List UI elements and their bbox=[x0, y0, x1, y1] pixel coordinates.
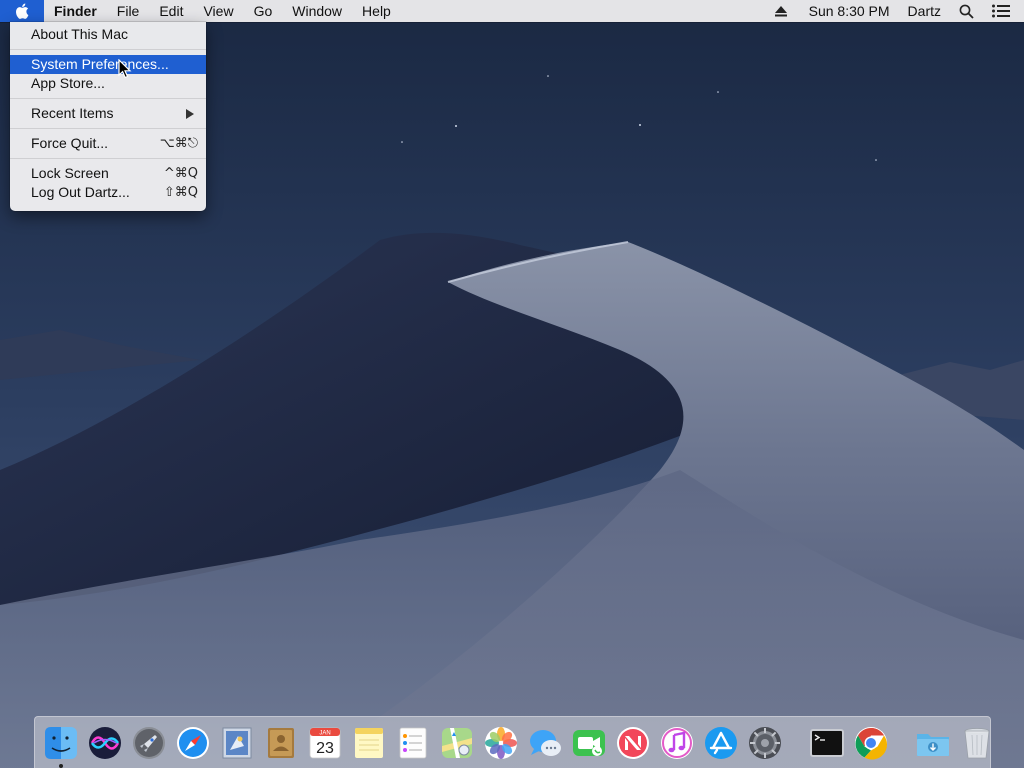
dock-calendar[interactable]: JAN 23 bbox=[306, 724, 344, 762]
calendar-month: JAN bbox=[319, 730, 330, 736]
menu-user[interactable]: Dartz bbox=[898, 0, 951, 22]
submenu-arrow-icon bbox=[186, 108, 194, 119]
system-preferences-gear-icon bbox=[749, 726, 781, 759]
menu-item-log-out[interactable]: Log Out Dartz... ⇧⌘Q bbox=[10, 183, 206, 202]
finder-icon bbox=[45, 726, 77, 759]
menu-item-label: Recent Items bbox=[31, 105, 114, 121]
calendar-day: 23 bbox=[316, 740, 334, 757]
menu-item-force-quit[interactable]: Force Quit... ⌥⌘⎋ bbox=[10, 134, 206, 153]
itunes-music-note-icon bbox=[661, 726, 693, 759]
menu-separator bbox=[10, 128, 206, 129]
dock-mail[interactable] bbox=[218, 724, 256, 762]
terminal-icon bbox=[810, 728, 844, 757]
dock-contacts[interactable] bbox=[262, 724, 300, 762]
spotlight-search-icon bbox=[959, 4, 974, 19]
eject-button[interactable] bbox=[767, 0, 795, 22]
menu-item-label: Force Quit... bbox=[31, 135, 109, 151]
menu-help[interactable]: Help bbox=[352, 0, 401, 22]
menu-finder[interactable]: Finder bbox=[44, 0, 107, 22]
dock-app-store[interactable] bbox=[702, 724, 740, 762]
menu-item-label: Log Out Dartz... bbox=[31, 184, 130, 200]
chrome-icon bbox=[855, 726, 888, 760]
dock-reminders[interactable] bbox=[394, 724, 432, 762]
running-indicator bbox=[59, 763, 63, 768]
app-store-icon bbox=[705, 726, 737, 759]
menu-window[interactable]: Window bbox=[282, 0, 352, 22]
notification-center-icon bbox=[992, 4, 1010, 18]
apple-menu-dropdown: About This Mac System Preferences... App… bbox=[10, 22, 206, 211]
menu-bar-status-area: Sun 8:30 PM Dartz bbox=[767, 0, 1024, 22]
maps-icon bbox=[442, 727, 472, 758]
downloads-folder-icon bbox=[917, 733, 949, 756]
launchpad-rocket-icon bbox=[133, 726, 165, 759]
dock-facetime[interactable] bbox=[570, 724, 608, 762]
dock-launchpad[interactable] bbox=[130, 724, 168, 762]
menu-file[interactable]: File bbox=[107, 0, 150, 22]
facetime-icon bbox=[573, 729, 605, 756]
dock-trash[interactable] bbox=[958, 724, 996, 762]
spotlight-button[interactable] bbox=[951, 0, 982, 22]
mail-stamp-icon bbox=[222, 727, 252, 758]
menu-item-label: About This Mac bbox=[31, 26, 129, 42]
dock-siri[interactable] bbox=[86, 724, 124, 762]
menu-clock[interactable]: Sun 8:30 PM bbox=[795, 0, 898, 22]
dock-maps[interactable] bbox=[438, 724, 476, 762]
mouse-cursor-icon bbox=[118, 59, 132, 79]
menu-separator bbox=[10, 158, 206, 159]
keyboard-shortcut: ⌥⌘⎋ bbox=[159, 136, 198, 151]
dock-messages[interactable] bbox=[526, 724, 564, 762]
dock-notes[interactable] bbox=[350, 724, 388, 762]
dock-chrome[interactable] bbox=[852, 724, 890, 762]
calendar-icon: JAN 23 bbox=[309, 727, 341, 758]
siri-icon bbox=[89, 726, 121, 759]
menu-view[interactable]: View bbox=[193, 0, 243, 22]
trash-icon bbox=[964, 727, 990, 758]
menu-edit[interactable]: Edit bbox=[149, 0, 193, 22]
dock-finder[interactable] bbox=[42, 724, 80, 768]
contacts-book-icon bbox=[268, 727, 294, 758]
menu-item-recent-items[interactable]: Recent Items bbox=[10, 104, 206, 123]
menu-separator bbox=[10, 49, 206, 50]
dock: JAN 23 bbox=[34, 716, 991, 768]
menu-item-app-store[interactable]: App Store... bbox=[10, 74, 206, 93]
safari-compass-icon bbox=[177, 726, 209, 759]
news-icon bbox=[617, 726, 649, 759]
menu-item-label: Lock Screen bbox=[31, 165, 109, 181]
dock-itunes[interactable] bbox=[658, 724, 696, 762]
menu-item-lock-screen[interactable]: Lock Screen ^⌘Q bbox=[10, 164, 206, 183]
apple-menu-button[interactable] bbox=[0, 0, 44, 22]
menu-separator bbox=[10, 98, 206, 99]
dock-downloads-folder[interactable] bbox=[914, 724, 952, 762]
eject-icon bbox=[774, 5, 787, 16]
dock-system-preferences[interactable] bbox=[746, 724, 784, 762]
keyboard-shortcut: ^⌘Q bbox=[163, 166, 198, 181]
notification-center-button[interactable] bbox=[982, 0, 1024, 22]
menu-item-about-this-mac[interactable]: About This Mac bbox=[10, 25, 206, 44]
dock-photos[interactable] bbox=[482, 724, 520, 762]
dock-news[interactable] bbox=[614, 724, 652, 762]
menu-bar: Finder File Edit View Go Window Help Sun… bbox=[0, 0, 1024, 22]
notes-icon bbox=[355, 727, 383, 758]
menu-item-label: System Preferences... bbox=[31, 56, 169, 72]
menu-item-system-preferences[interactable]: System Preferences... bbox=[10, 55, 206, 74]
photos-flower-icon bbox=[485, 726, 517, 759]
dock-terminal[interactable] bbox=[808, 724, 846, 762]
keyboard-shortcut: ⇧⌘Q bbox=[163, 185, 198, 200]
messages-bubble-icon bbox=[530, 729, 561, 756]
menu-item-label: App Store... bbox=[31, 75, 105, 91]
apple-icon bbox=[16, 3, 29, 19]
reminders-list-icon bbox=[399, 727, 427, 758]
dock-safari[interactable] bbox=[174, 724, 212, 762]
menu-go[interactable]: Go bbox=[244, 0, 283, 22]
